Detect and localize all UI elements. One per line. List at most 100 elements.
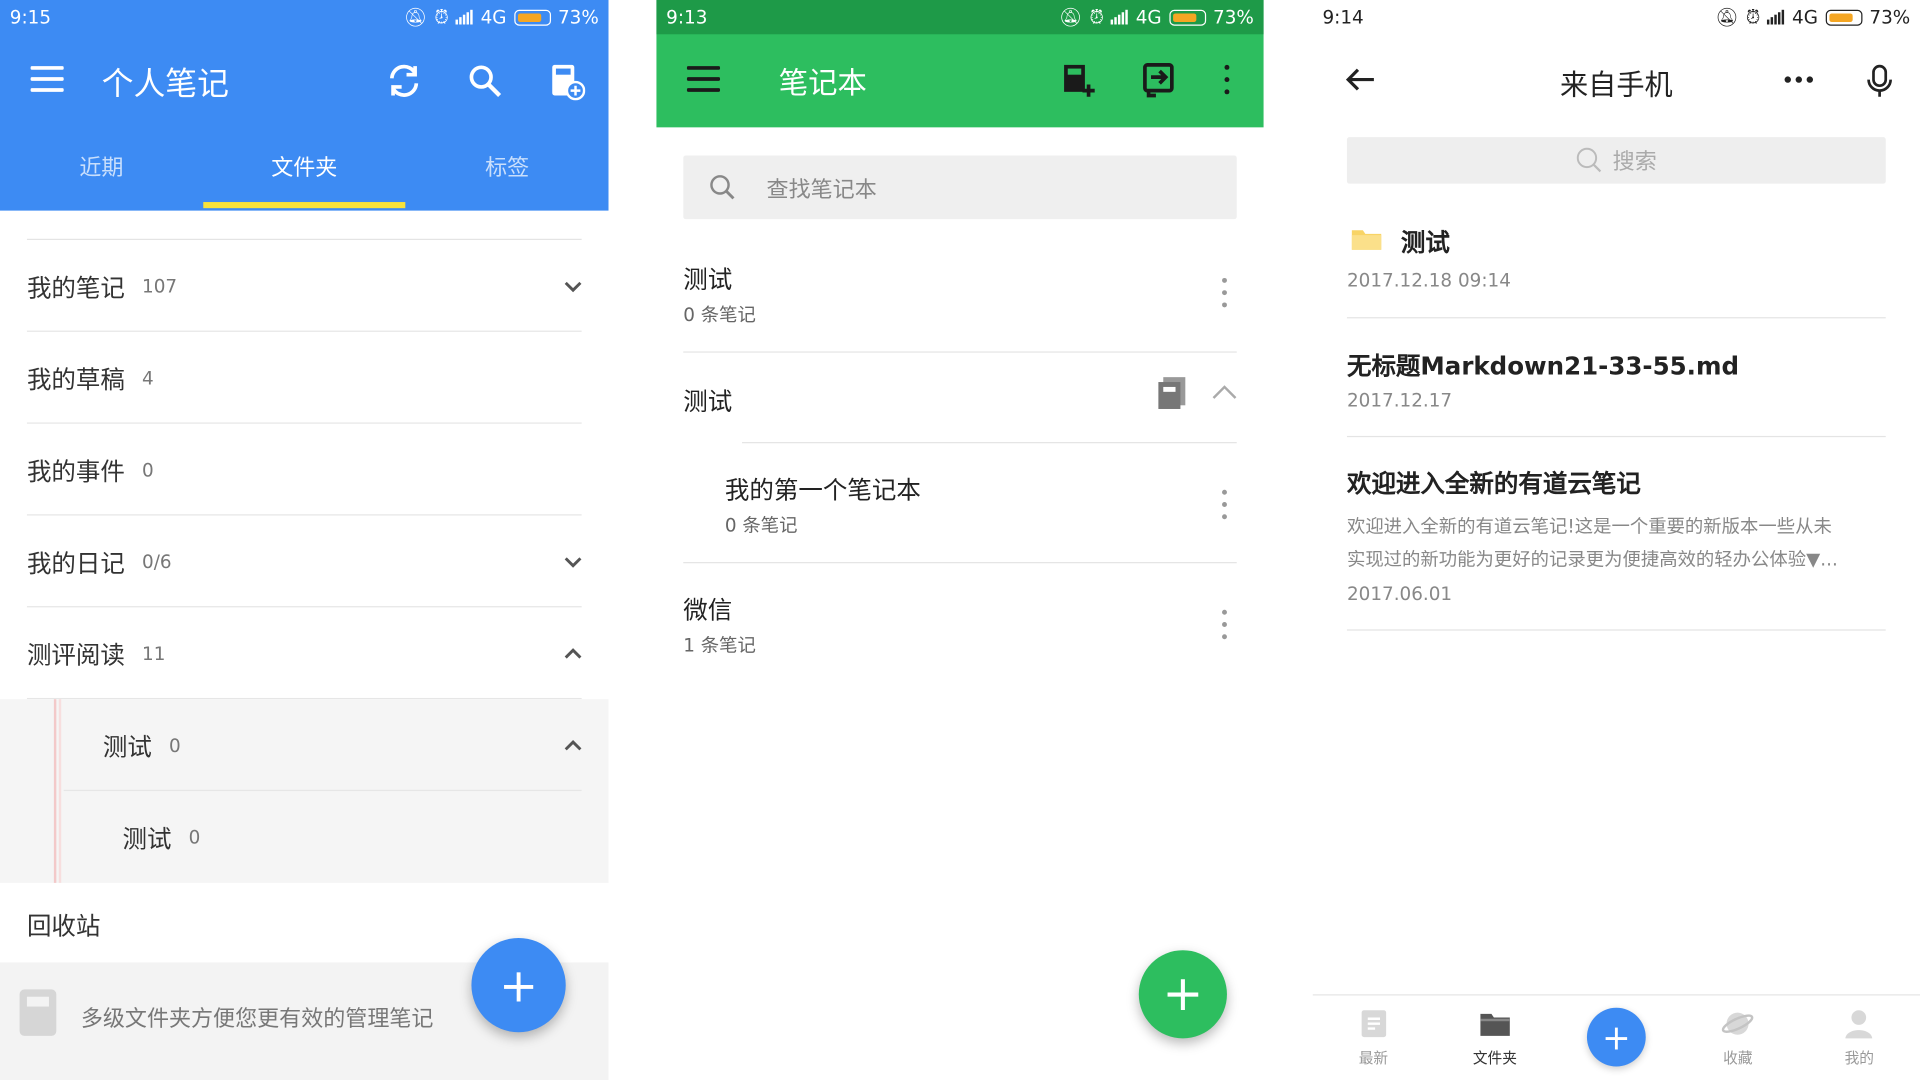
notebook-search-input[interactable]: 查找笔记本 (683, 155, 1237, 220)
list-item-note[interactable]: 无标题Markdown21-33-55.md 2017.12.17 (1346, 340, 1886, 438)
notebook-name: 测试 (683, 386, 733, 417)
list-item-note[interactable]: 欢迎进入全新的有道云笔记 欢迎进入全新的有道云笔记!这是一个重要的新版本一些从未… (1346, 459, 1886, 631)
chevron-up-icon[interactable] (562, 643, 584, 665)
nav-label: 文件夹 (1472, 1049, 1517, 1067)
folder-item[interactable]: 我的笔记 107 (0, 240, 609, 332)
tip-text: 多级文件夹方便您更有效的管理笔记 (80, 1006, 434, 1033)
nav-mine[interactable]: 我的 (1799, 996, 1920, 1080)
mute-icon: 🔕︎ (403, 6, 428, 29)
folder-item[interactable]: 测试 0 (0, 791, 609, 883)
item-date: 2017.12.18 09:14 (1346, 269, 1511, 292)
add-notebook-icon[interactable] (1060, 61, 1097, 98)
more-options-icon[interactable] (1221, 489, 1228, 520)
folder-item[interactable]: 我的事件 0 (0, 424, 609, 516)
folder-name: 我的笔记 (26, 273, 125, 303)
notebook-count: 0 条笔记 (724, 514, 798, 537)
notebook-name: 微信 (683, 595, 733, 625)
chevron-down-icon[interactable] (562, 551, 584, 573)
search-input[interactable]: 搜索 (1346, 137, 1886, 184)
page-title: 个人笔记 (101, 66, 230, 103)
status-time: 9:15 (9, 6, 52, 29)
item-title: 欢迎进入全新的有道云笔记 (1346, 468, 1641, 499)
move-notebook-icon[interactable] (1141, 61, 1175, 98)
planet-icon (1722, 1012, 1754, 1035)
notebook-item[interactable]: 测试 0 条笔记 (656, 245, 1263, 353)
search-placeholder: 查找笔记本 (766, 177, 877, 204)
more-options-icon[interactable] (1221, 277, 1228, 308)
more-options-icon[interactable] (1784, 73, 1813, 85)
folder-name: 测试 (102, 732, 152, 762)
search-placeholder: 搜索 (1612, 149, 1657, 176)
alarm-icon: ⏰︎ (1745, 6, 1761, 29)
nav-folders[interactable]: 文件夹 (1434, 996, 1555, 1080)
folder-list: 我的笔记 107 我的草稿 4 我的事件 0 我的日记 0/6 测评阅读 11 … (0, 211, 609, 964)
chevron-up-icon[interactable] (562, 735, 584, 757)
mute-icon: 🔕︎ (1715, 6, 1739, 29)
tab-tags[interactable]: 标签 (406, 135, 609, 208)
user-icon (1845, 1010, 1873, 1039)
battery-icon (1825, 9, 1863, 26)
page-title: 来自手机 (1560, 69, 1673, 102)
microphone-icon[interactable] (1866, 64, 1893, 98)
status-time: 9:13 (666, 6, 708, 29)
app-bar: 9:13 🔕︎ ⏰︎ 4G 73% 笔记本 (656, 0, 1264, 128)
notebook-name: 我的第一个笔记本 (724, 475, 921, 505)
notebook-name: 测试 (683, 264, 733, 294)
folder-name: 我的草稿 (26, 364, 125, 395)
menu-icon[interactable] (686, 66, 721, 99)
folder-count: 0 (188, 825, 201, 848)
folder-item[interactable]: 我的日记 0/6 (0, 516, 609, 608)
notebook-item[interactable]: 我的第一个笔记本 0 条笔记 (656, 443, 1263, 564)
status-time: 9:14 (1322, 6, 1364, 29)
folder-name: 我的日记 (26, 548, 125, 578)
plus-icon: + (1162, 966, 1204, 1023)
notebook-item[interactable]: 微信 1 条笔记 (656, 563, 1263, 681)
tab-folders[interactable]: 文件夹 (202, 135, 406, 209)
notebook-icon (19, 989, 57, 1036)
screen-from-phone: 9:14 🔕︎ ⏰︎ 4G 73% 来自手机 搜索 测试 2017.12.18 … (1312, 0, 1920, 1080)
sync-icon[interactable] (384, 61, 423, 100)
folder-icon (1480, 1013, 1510, 1036)
chevron-up-icon[interactable] (1211, 382, 1238, 402)
folder-item[interactable]: 测评阅读 11 (0, 607, 609, 700)
nav-latest[interactable]: 最新 (1313, 996, 1434, 1080)
item-title: 无标题Markdown21-33-55.md (1346, 351, 1740, 381)
menu-icon[interactable] (30, 66, 64, 93)
notebook-count: 1 条笔记 (683, 634, 756, 657)
battery-level: 73% (557, 6, 599, 29)
folder-count: 4 (142, 366, 154, 389)
screen-personal-notes: 9:15 🔕︎ ⏰︎ 4G 73% 个人笔记 近期 文件夹 标签 我的笔记 10… (0, 0, 609, 1080)
notebook-stack-icon[interactable] (1156, 376, 1188, 410)
add-fab-button[interactable]: + (1138, 950, 1227, 1039)
item-date: 2017.06.01 (1346, 582, 1453, 605)
list-item-folder[interactable]: 测试 2017.12.18 09:14 (1346, 220, 1886, 319)
tab-bar: 近期 文件夹 标签 (0, 135, 609, 209)
folder-count: 0 (168, 734, 181, 757)
screen-notebooks: 9:13 🔕︎ ⏰︎ 4G 73% 笔记本 查找笔记本 测试 0 条笔记 测试 … (656, 0, 1264, 1080)
mute-icon: 🔕︎ (1058, 6, 1083, 29)
item-date: 2017.12.17 (1346, 389, 1453, 412)
nav-label: 我的 (1844, 1049, 1875, 1067)
new-notebook-icon[interactable] (546, 61, 586, 101)
search-icon (1576, 147, 1602, 173)
nav-add[interactable]: + (1556, 996, 1677, 1080)
more-options-icon[interactable] (1223, 64, 1230, 95)
search-icon[interactable] (465, 61, 504, 100)
plus-icon: + (1601, 1016, 1631, 1058)
nav-favorites[interactable]: 收藏 (1677, 996, 1798, 1080)
folder-item[interactable]: 我的草稿 4 (0, 332, 609, 424)
add-fab-button[interactable]: + (1586, 1007, 1646, 1067)
status-bar: 9:15 🔕︎ ⏰︎ 4G 73% (0, 0, 609, 34)
battery-level: 73% (1869, 6, 1911, 29)
nav-label: 收藏 (1723, 1049, 1753, 1067)
search-icon (710, 175, 735, 200)
tab-recent[interactable]: 近期 (0, 135, 203, 208)
add-fab-button[interactable]: + (471, 937, 566, 1033)
notebook-group[interactable]: 测试 (656, 353, 1263, 444)
chevron-down-icon[interactable] (562, 276, 584, 298)
folder-item[interactable]: 测试 0 (0, 699, 609, 792)
battery-icon (513, 9, 551, 26)
more-options-icon[interactable] (1221, 609, 1228, 640)
folder-count: 0/6 (142, 550, 172, 573)
network-label: 4G (1792, 6, 1818, 29)
